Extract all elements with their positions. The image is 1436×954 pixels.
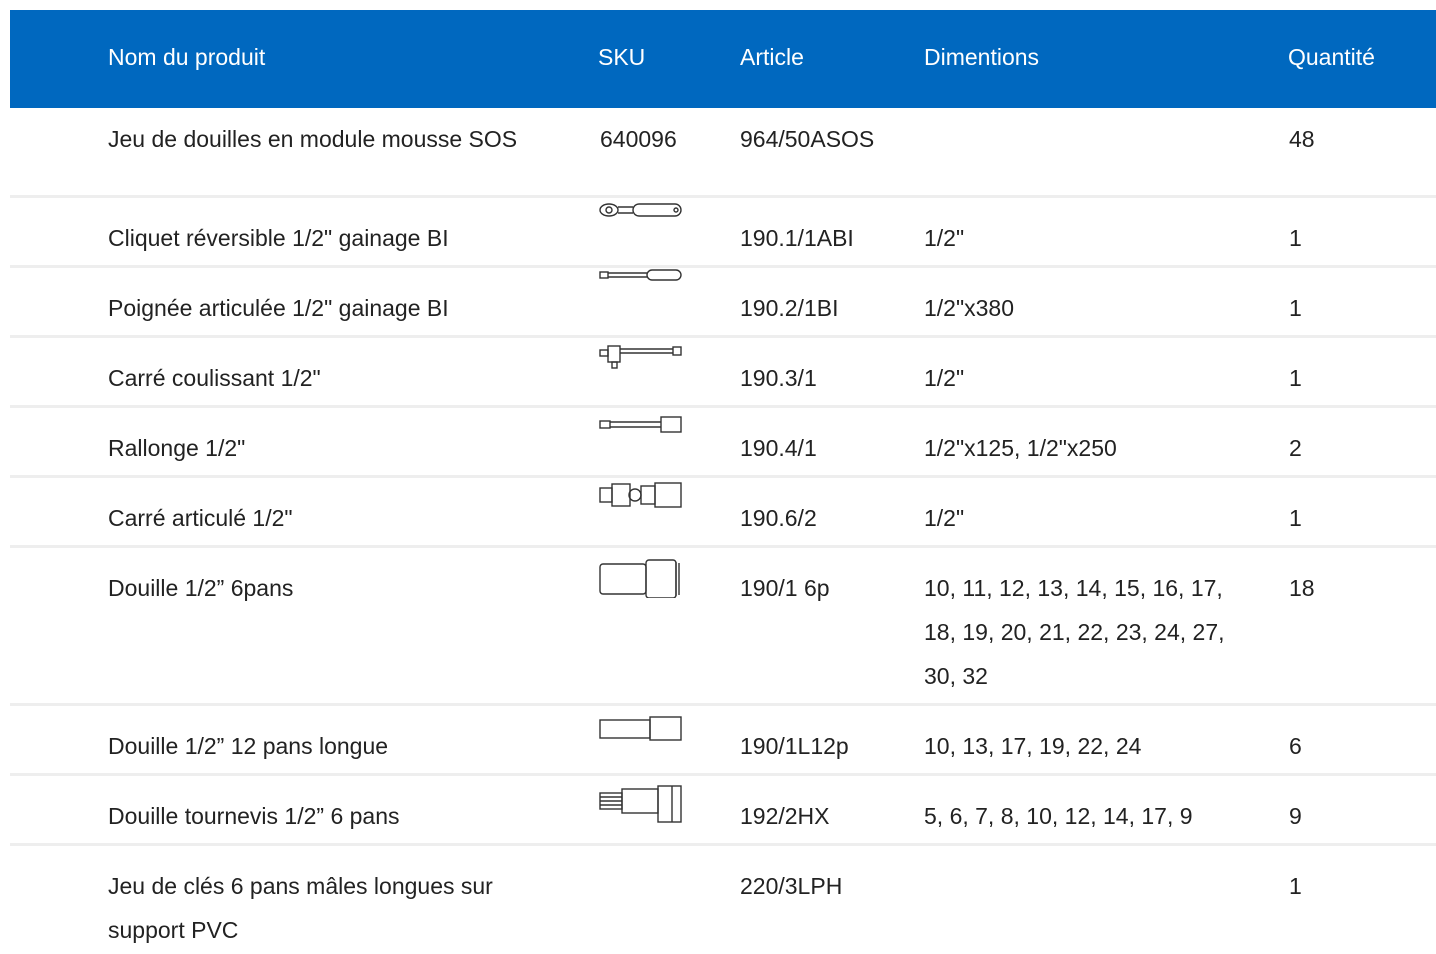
product-dimensions: 1/2": [924, 365, 965, 391]
table-row: Jeu de clés 6 pans mâles longues sur sup…: [10, 846, 1436, 954]
product-name: Poignée articulée 1/2" gainage BI: [108, 295, 449, 321]
product-dimensions: 10, 13, 17, 19, 22, 24: [924, 733, 1142, 759]
product-name: Jeu de clés 6 pans mâles longues sur sup…: [108, 873, 493, 943]
header-sku: SKU: [598, 44, 646, 70]
product-name: Douille tournevis 1/2” 6 pans: [108, 803, 400, 829]
product-article: 220/3LPH: [740, 873, 843, 899]
header-quantity: Quantité: [1288, 44, 1375, 70]
product-name: Douille 1/2” 12 pans longue: [108, 733, 389, 759]
product-quantity: 6: [1289, 733, 1302, 759]
ratchet-icon: [599, 198, 685, 228]
product-article: 190/1L12p: [740, 733, 849, 759]
universal-joint-icon: [599, 478, 685, 512]
product-article: 964/50ASOS: [740, 126, 875, 152]
product-quantity: 1: [1289, 873, 1302, 899]
product-article: 190.6/2: [740, 505, 817, 531]
product-name: Douille 1/2” 6pans: [108, 575, 294, 601]
table-row: Carré coulissant 1/2" 190.3/1 1/2" 1: [10, 338, 1436, 408]
product-article: 190.3/1: [740, 365, 817, 391]
table-row: Poignée articulée 1/2" gainage BI 190.2/…: [10, 268, 1436, 338]
hex-bit-socket-icon: [599, 776, 685, 826]
header-name: Nom du produit: [108, 44, 266, 70]
table-row: Douille 1/2” 12 pans longue 190/1L12p 10…: [10, 706, 1436, 776]
product-table: Nom du produit SKU Article Dimentions Qu…: [10, 10, 1436, 954]
product-quantity: 1: [1289, 295, 1302, 321]
product-quantity: 18: [1289, 575, 1315, 601]
product-sku: 640096: [600, 126, 677, 152]
table-row: Carré articulé 1/2" 190.6/2 1/2" 1: [10, 478, 1436, 548]
header-article: Article: [740, 44, 804, 70]
product-name: Cliquet réversible 1/2" gainage BI: [108, 225, 449, 251]
product-name: Carré coulissant 1/2": [108, 365, 321, 391]
product-dimensions: 1/2": [924, 225, 965, 251]
product-name: Jeu de douilles en module mousse SOS: [108, 126, 518, 152]
header-dimensions: Dimentions: [924, 44, 1040, 70]
product-quantity: 48: [1289, 126, 1315, 152]
deep-socket-icon: [599, 706, 685, 746]
table-row: Douille 1/2” 6pans 190/1 6p 10, 11, 12, …: [10, 548, 1436, 706]
table-row: Rallonge 1/2" 190.4/1 1/2"x125, 1/2"x250…: [10, 408, 1436, 478]
table-header: Nom du produit SKU Article Dimentions Qu…: [10, 10, 1436, 108]
product-quantity: 1: [1289, 505, 1302, 531]
product-dimensions: 1/2"x380: [924, 295, 1015, 321]
product-article: 190.4/1: [740, 435, 817, 461]
product-article: 192/2HX: [740, 803, 830, 829]
product-quantity: 9: [1289, 803, 1302, 829]
product-article: 190.2/1BI: [740, 295, 839, 321]
sliding-t-bar-icon: [599, 338, 685, 372]
table-row: Cliquet réversible 1/2" gainage BI 190.1…: [10, 198, 1436, 268]
socket-icon: [599, 548, 685, 598]
product-dimensions: 1/2"x125, 1/2"x250: [924, 435, 1117, 461]
product-dimensions: 5, 6, 7, 8, 10, 12, 14, 17, 9: [924, 803, 1193, 829]
table-row: Jeu de douilles en module mousse SOS 640…: [10, 108, 1436, 198]
product-quantity: 1: [1289, 365, 1302, 391]
product-quantity: 2: [1289, 435, 1302, 461]
product-article: 190.1/1ABI: [740, 225, 854, 251]
product-dimensions: 1/2": [924, 505, 965, 531]
extension-bar-icon: [599, 408, 685, 438]
product-name: Carré articulé 1/2": [108, 505, 293, 531]
product-article: 190/1 6p: [740, 575, 830, 601]
table-row: Douille tournevis 1/2” 6 pans 192/2HX 5,…: [10, 776, 1436, 846]
product-dimensions: 10, 11, 12, 13, 14, 15, 16, 17, 18, 19, …: [924, 575, 1225, 689]
breaker-bar-icon: [599, 268, 685, 298]
product-name: Rallonge 1/2": [108, 435, 246, 461]
product-quantity: 1: [1289, 225, 1302, 251]
